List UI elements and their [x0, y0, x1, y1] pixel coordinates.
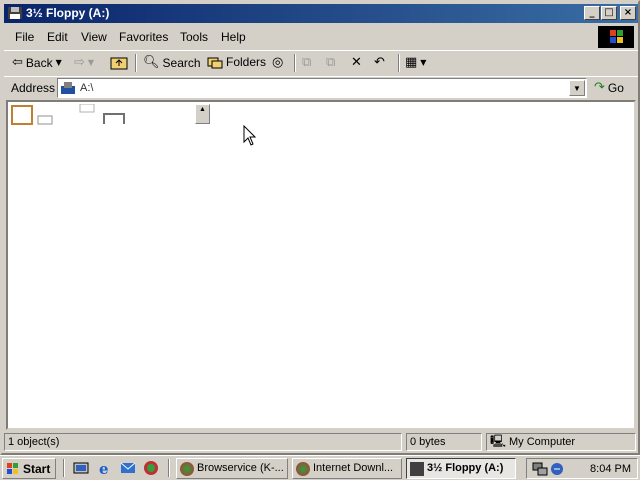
- up-folder-button[interactable]: [110, 55, 128, 71]
- forward-arrow-icon: ⇨: [74, 55, 85, 70]
- windows-logo-icon: [598, 26, 634, 48]
- task-floppy[interactable]: 3½ Floppy (A:): [406, 458, 516, 479]
- glitched-icons: [11, 104, 125, 125]
- taskbar-separator: [63, 459, 65, 477]
- task-label: 3½ Floppy (A:): [427, 462, 504, 474]
- views-button[interactable]: ▦ ▼: [405, 55, 426, 70]
- folders-icon: [207, 57, 223, 69]
- toolbar-separator: [398, 54, 400, 72]
- floppy-drive-icon: [61, 82, 75, 94]
- menu-file[interactable]: File: [15, 30, 34, 44]
- status-zone-label: My Computer: [509, 436, 576, 448]
- status-object-count: 1 object(s): [4, 433, 402, 451]
- menu-help[interactable]: Help: [221, 30, 246, 44]
- address-dropdown-icon[interactable]: ▼: [569, 80, 585, 96]
- address-value: A:\: [80, 82, 94, 94]
- title-bar[interactable]: 3½ Floppy (A:) _ □ ×: [4, 4, 638, 23]
- taskbar-separator: [168, 459, 170, 477]
- mouse-cursor-icon: [243, 125, 257, 146]
- toolbar-separator: [294, 54, 296, 72]
- back-button[interactable]: ⇦ Back ▼: [12, 55, 62, 70]
- task-label: Browservice (K-...: [197, 462, 284, 474]
- history-button[interactable]: ◎: [272, 55, 283, 70]
- views-icon: ▦: [405, 55, 418, 70]
- copy-to-button[interactable]: ⧉: [326, 55, 335, 70]
- toolbar-separator: [135, 54, 137, 72]
- forward-dropdown-icon: ▼: [87, 58, 95, 67]
- move-to-icon: ⧉: [302, 55, 312, 70]
- go-button[interactable]: ↷ Go: [594, 80, 624, 95]
- go-arrow-icon: ↷: [594, 80, 605, 95]
- status-zone: 🖳 My Computer: [486, 433, 636, 451]
- floppy-icon: [8, 7, 22, 19]
- task-label: Internet Downl...: [313, 462, 394, 474]
- system-tray: 8:04 PM: [526, 458, 638, 479]
- views-dropdown-icon: ▼: [420, 58, 427, 67]
- network-icon[interactable]: [532, 461, 548, 477]
- back-arrow-icon: ⇦: [12, 55, 23, 70]
- task-browservice[interactable]: Browservice (K-...: [176, 458, 288, 479]
- forward-button[interactable]: ⇨ ▼: [74, 55, 94, 70]
- folders-label: Folders: [226, 55, 267, 69]
- file-view-pane[interactable]: ▲: [6, 100, 636, 430]
- internet-download-icon: [296, 462, 310, 476]
- menu-view[interactable]: View: [81, 30, 107, 44]
- browser-globe-icon[interactable]: [143, 460, 159, 476]
- clock: 8:04 PM: [590, 463, 631, 475]
- internet-explorer-icon[interactable]: e: [97, 460, 113, 476]
- status-bar: 1 object(s) 0 bytes 🖳 My Computer: [4, 432, 638, 452]
- explorer-window: 3½ Floppy (A:) _ □ × File Edit View Favo…: [0, 0, 640, 455]
- menu-tools[interactable]: Tools: [180, 30, 208, 44]
- volume-icon[interactable]: [549, 461, 565, 477]
- back-label: Back: [25, 55, 53, 70]
- menu-favorites[interactable]: Favorites: [119, 30, 168, 44]
- my-computer-icon: 🖳: [490, 433, 507, 448]
- status-size: 0 bytes: [406, 433, 482, 451]
- menu-edit[interactable]: Edit: [47, 30, 68, 44]
- search-label: Search: [162, 55, 201, 70]
- move-to-button[interactable]: ⧉: [302, 55, 311, 70]
- svg-text:e: e: [99, 460, 109, 476]
- task-internet-download[interactable]: Internet Downl...: [292, 458, 402, 479]
- browservice-icon: [180, 462, 194, 476]
- maximize-button[interactable]: □: [601, 6, 617, 20]
- search-button[interactable]: 🔍︎ Search: [143, 55, 201, 70]
- taskbar: Start e Browservice (K-... Internet Down…: [0, 455, 640, 480]
- minimize-button[interactable]: _: [584, 6, 600, 20]
- floppy-task-icon: [410, 462, 424, 476]
- start-button[interactable]: Start: [2, 458, 56, 479]
- show-desktop-icon[interactable]: [73, 460, 89, 476]
- address-bar: Address A:\ ▼ ↷ Go: [4, 76, 638, 98]
- copy-to-icon: ⧉: [326, 55, 336, 70]
- outlook-express-icon[interactable]: [120, 460, 136, 476]
- address-input[interactable]: A:\ ▼: [57, 78, 587, 98]
- undo-button[interactable]: ↶: [374, 55, 385, 70]
- address-label: Address: [11, 81, 56, 95]
- up-folder-icon: [110, 57, 128, 70]
- back-dropdown-icon[interactable]: ▼: [56, 58, 62, 67]
- undo-icon: ↶: [374, 55, 385, 70]
- standard-toolbar: ⇦ Back ▼ ⇨ ▼ 🔍︎ Search Folders ◎ ⧉ ⧉ ✕ ↶…: [4, 50, 638, 74]
- go-label: Go: [607, 80, 624, 95]
- window-title: 3½ Floppy (A:): [26, 6, 110, 20]
- history-icon: ◎: [272, 55, 284, 70]
- scroll-up-button[interactable]: ▲: [195, 104, 210, 124]
- search-icon: 🔍︎: [143, 55, 160, 70]
- folders-button[interactable]: Folders: [207, 55, 266, 69]
- delete-button[interactable]: ✕: [351, 55, 362, 70]
- menu-bar: File Edit View Favorites Tools Help: [4, 26, 638, 48]
- start-label: Start: [23, 461, 51, 476]
- delete-x-icon: ✕: [351, 55, 362, 70]
- close-button[interactable]: ×: [620, 6, 636, 20]
- windows-flag-icon: [7, 462, 18, 474]
